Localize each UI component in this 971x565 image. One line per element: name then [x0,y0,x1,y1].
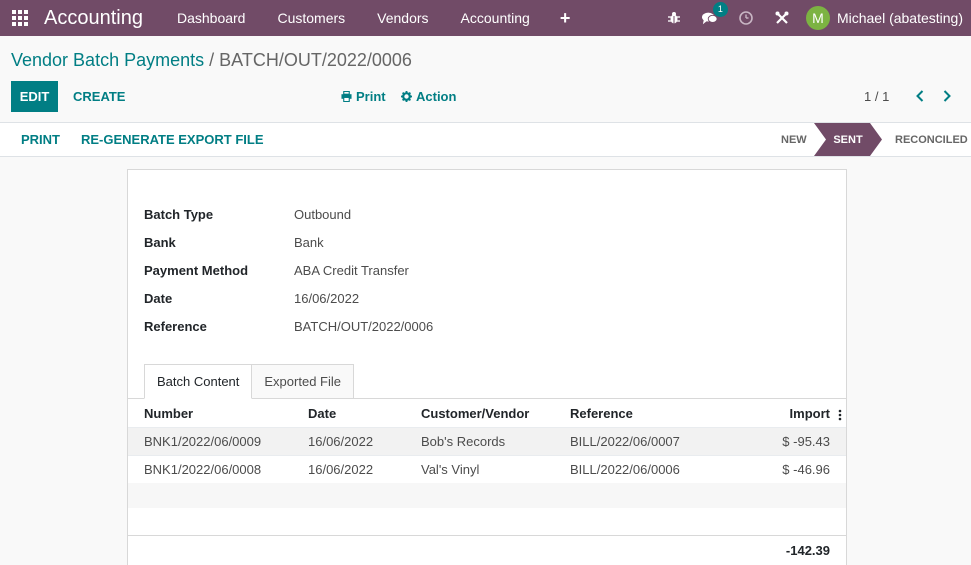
user-name[interactable]: Michael (abatesting) [837,10,963,26]
cell-date: 16/06/2022 [308,462,374,477]
cell-amount: $ -46.96 [782,462,830,477]
status-bar: PRINT RE-GENERATE EXPORT FILE NEW SENT R… [0,122,971,157]
print-dropdown-button[interactable]: Print [341,89,386,104]
print-button[interactable]: PRINT [21,123,60,156]
table-total: -142.39 [785,543,830,558]
column-options-icon[interactable] [838,408,842,422]
field-label-date: Date [144,291,173,306]
edit-button[interactable]: EDIT [11,81,58,112]
message-count-badge: 1 [712,2,728,17]
bug-icon[interactable] [666,10,682,26]
clock-icon[interactable] [738,10,754,26]
field-value-bank: Bank [294,235,324,250]
chevron-left-icon[interactable] [912,86,928,106]
field-label-batch-type: Batch Type [144,207,214,222]
action-dropdown-button[interactable]: Action [401,89,456,104]
field-value-date: 16/06/2022 [294,291,360,306]
stage-sent[interactable]: SENT [814,123,882,156]
cell-customer-vendor: Bob's Records [421,434,506,449]
notebook-tabs: Batch Content Exported File [144,364,354,399]
cell-amount: $ -95.43 [782,434,830,449]
empty-row [128,483,846,508]
field-value-batch-type: Outbound [294,207,352,222]
stage-reconciled[interactable]: RECONCILED [895,123,968,156]
avatar[interactable]: M [805,6,830,30]
printer-icon [341,91,352,102]
tab-exported-file[interactable]: Exported File [252,364,354,399]
column-number[interactable]: Number [144,406,193,421]
tab-batch-content[interactable]: Batch Content [144,364,253,399]
field-value-reference: BATCH/OUT/2022/0006 [294,319,434,334]
column-reference[interactable]: Reference [570,406,633,421]
menu-accounting[interactable]: Accounting [461,10,530,26]
cell-number: BNK1/2022/06/0008 [144,462,262,477]
tools-icon[interactable] [774,10,790,26]
field-value-payment-method: ABA Credit Transfer [294,263,409,278]
breadcrumb-current: BATCH/OUT/2022/0006 [219,50,412,70]
menu-customers[interactable]: Customers [277,10,345,26]
breadcrumb: Vendor Batch Payments / BATCH/OUT/2022/0… [11,50,412,71]
create-button[interactable]: CREATE [66,81,132,112]
column-date[interactable]: Date [308,406,336,421]
cell-date: 16/06/2022 [308,434,374,449]
messages-icon[interactable]: 1 [701,2,728,26]
field-label-reference: Reference [144,319,207,334]
table-header: Number Date Customer/Vendor Reference Im… [128,399,846,427]
column-import[interactable]: Import [790,406,830,421]
breadcrumb-parent[interactable]: Vendor Batch Payments [11,50,204,70]
cell-reference: BILL/2022/06/0006 [570,462,680,477]
cell-reference: BILL/2022/06/0007 [570,434,680,449]
table-row[interactable]: BNK1/2022/06/0008 16/06/2022 Val's Vinyl… [128,455,846,483]
pager-value[interactable]: 1 / 1 [864,89,889,104]
cell-customer-vendor: Val's Vinyl [421,462,480,477]
menu-dashboard[interactable]: Dashboard [177,10,246,26]
action-dropdown-label: Action [416,89,457,104]
top-navbar: Accounting Dashboard Customers Vendors A… [0,0,971,36]
menu-vendors[interactable]: Vendors [377,10,428,26]
table-footer-divider [128,535,846,536]
form-sheet: Batch Type Outbound Bank Bank Payment Me… [127,169,847,565]
cell-number: BNK1/2022/06/0009 [144,434,262,449]
column-customer-vendor[interactable]: Customer/Vendor [421,406,529,421]
apps-menu-icon[interactable] [11,9,29,27]
field-label-payment-method: Payment Method [144,263,249,278]
app-name[interactable]: Accounting [44,7,143,30]
field-label-bank: Bank [144,235,176,250]
stage-new[interactable]: NEW [781,123,807,156]
plus-icon[interactable]: + [560,8,571,29]
regenerate-export-file-button[interactable]: RE-GENERATE EXPORT FILE [81,123,264,156]
chevron-right-icon[interactable] [939,86,955,106]
print-dropdown-label: Print [356,89,386,104]
table-row[interactable]: BNK1/2022/06/0009 16/06/2022 Bob's Recor… [128,427,846,455]
gear-icon [401,91,412,102]
breadcrumb-separator: / [209,50,215,70]
